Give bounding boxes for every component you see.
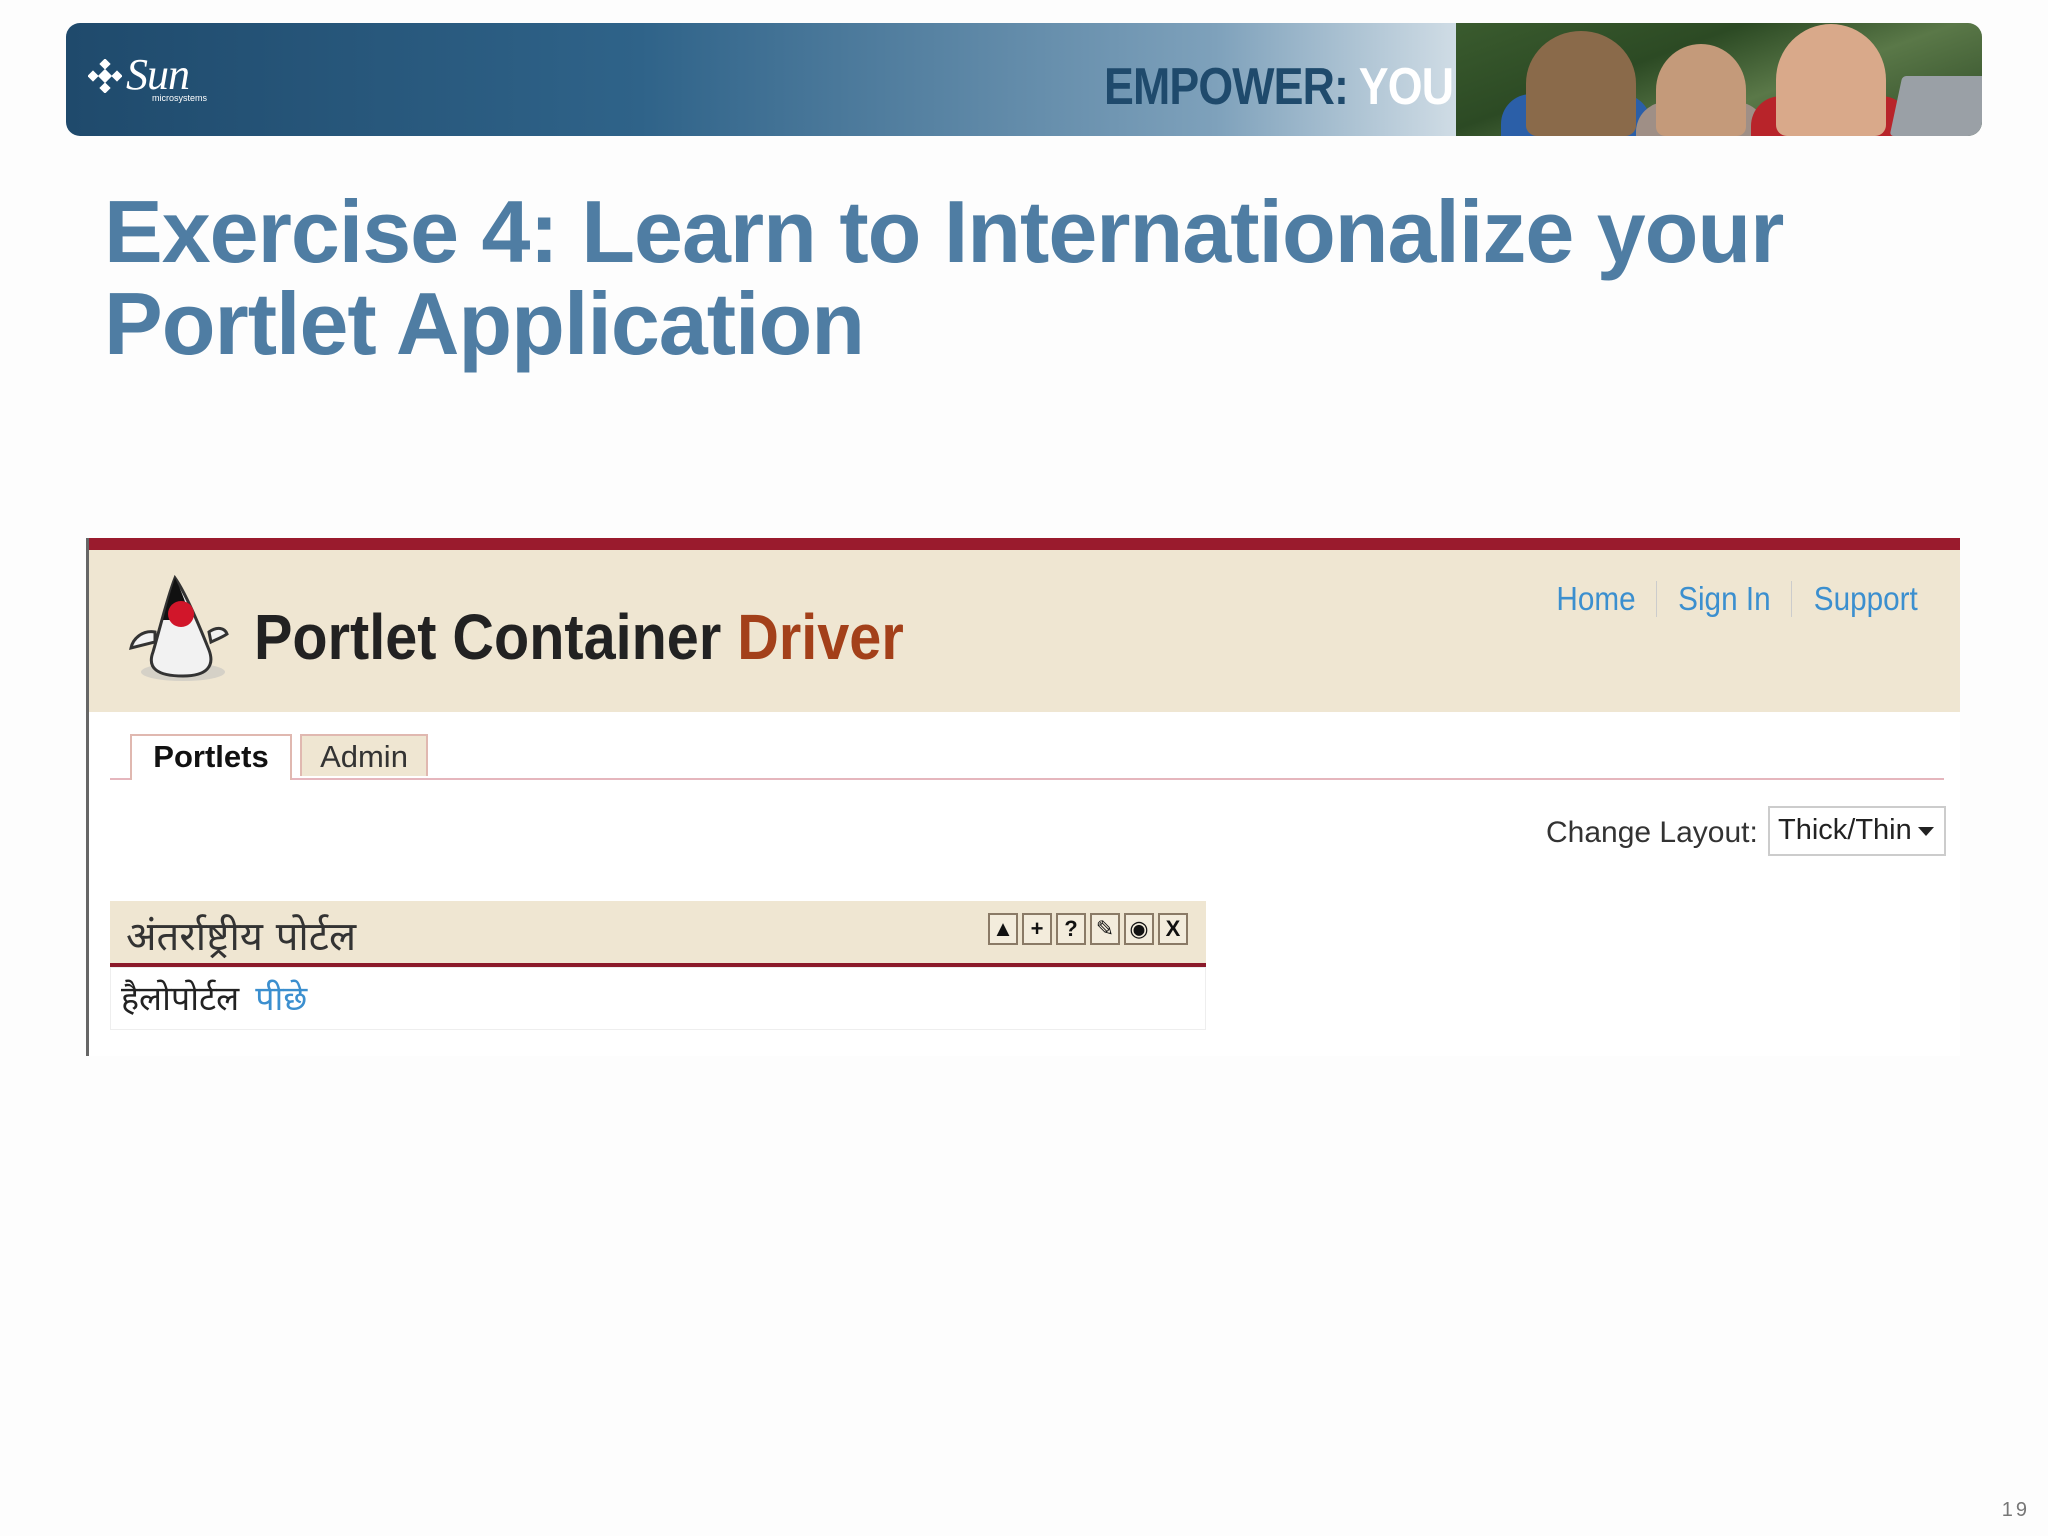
portlet-body-text: हैलोपोर्टल पीछे xyxy=(121,974,307,1020)
portlet-app-window: Portlet Container Driver Home Sign In Su… xyxy=(86,538,1960,1056)
edit-icon[interactable]: ✎ xyxy=(1090,913,1120,945)
maximize-icon[interactable]: + xyxy=(1022,913,1052,945)
slide-title: Exercise 4: Learn to Internationalize yo… xyxy=(104,182,1784,373)
photo-person-head xyxy=(1656,44,1746,136)
slide-banner: Sun microsystems EMPOWER: YOU xyxy=(66,23,1982,136)
hello-portal-text: हैलोपोर्टल xyxy=(121,979,240,1019)
portlet-titlebar: अंतर्राष्ट्रीय पोर्टल ▲ + ? ✎ ◉ X xyxy=(110,901,1206,967)
photo-person-head xyxy=(1526,31,1636,136)
sign-in-link[interactable]: Sign In xyxy=(1663,580,1784,618)
back-link[interactable]: पीछे xyxy=(255,979,307,1019)
app-top-border xyxy=(86,538,1960,550)
app-title-accent: Driver xyxy=(737,601,904,673)
link-divider xyxy=(1791,581,1793,617)
tab-bar: Portlets Admin xyxy=(110,734,1944,780)
banner-photo xyxy=(1456,23,1982,136)
link-divider xyxy=(1655,581,1657,617)
banner-tagline: EMPOWER: YOU xyxy=(1104,57,1454,117)
app-header: Portlet Container Driver Home Sign In Su… xyxy=(89,550,1960,712)
portlet-window: अंतर्राष्ट्रीय पोर्टल ▲ + ? ✎ ◉ X हैलोपो… xyxy=(110,901,1206,1030)
sun-logo-subtext: microsystems xyxy=(152,93,208,103)
support-link[interactable]: Support xyxy=(1800,580,1933,618)
layout-select[interactable]: Thick/Thin xyxy=(1768,806,1946,856)
home-link[interactable]: Home xyxy=(1542,580,1650,618)
close-icon[interactable]: X xyxy=(1158,913,1188,945)
help-icon[interactable]: ? xyxy=(1056,913,1086,945)
duke-mascot-icon xyxy=(129,574,229,681)
view-icon[interactable]: ◉ xyxy=(1124,913,1154,945)
sun-logo: Sun microsystems xyxy=(88,50,208,113)
layout-select-value: Thick/Thin xyxy=(1778,814,1912,846)
change-layout-label: Change Layout: xyxy=(1546,816,1758,849)
tagline-empower: EMPOWER: xyxy=(1104,58,1349,116)
app-title: Portlet Container Driver xyxy=(254,600,904,674)
tagline-you: YOU xyxy=(1358,58,1454,116)
page-number: 19 xyxy=(2001,1499,2030,1521)
tab-admin[interactable]: Admin xyxy=(300,734,428,776)
photo-person-head xyxy=(1776,24,1886,136)
top-nav-links: Home Sign In Support xyxy=(1536,580,1940,618)
minimize-icon[interactable]: ▲ xyxy=(988,913,1018,945)
portlet-title: अंतर्राष्ट्रीय पोर्टल xyxy=(126,914,357,960)
portlet-content: हैलोपोर्टल पीछे xyxy=(110,967,1206,1030)
app-title-main: Portlet Container xyxy=(254,601,722,673)
portlet-controls: ▲ + ? ✎ ◉ X xyxy=(988,913,1188,945)
sun-logo-icon xyxy=(88,59,122,93)
photo-laptop xyxy=(1889,76,1982,136)
tab-portlets[interactable]: Portlets xyxy=(130,734,292,780)
chevron-down-icon xyxy=(1918,827,1934,836)
